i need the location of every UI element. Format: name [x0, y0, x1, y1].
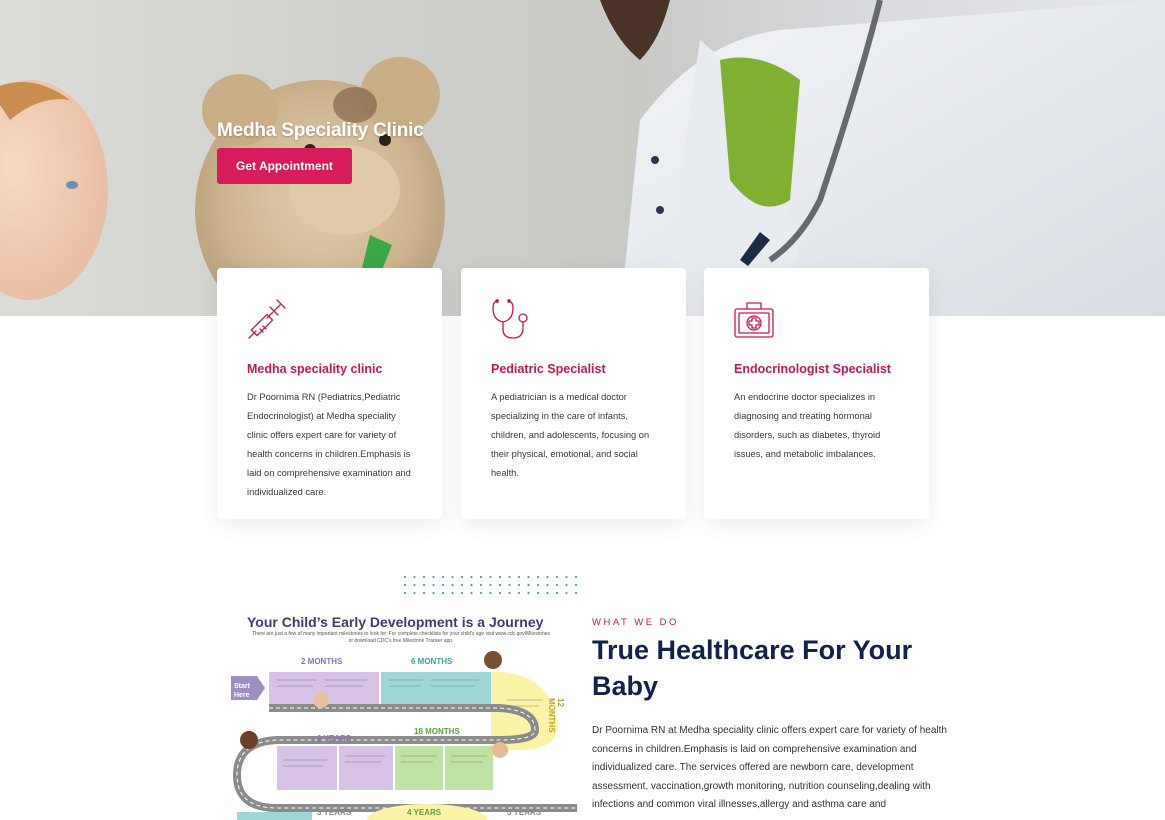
decor-dot — [413, 583, 416, 587]
decor-dot — [565, 591, 568, 595]
decor-dot — [460, 591, 464, 595]
decor-dot — [479, 575, 483, 579]
milestone-label: 6 MONTHS — [411, 657, 453, 666]
decor-dot — [555, 591, 559, 595]
decor-dot — [517, 591, 521, 595]
page: Medha Speciality Clinic Get Appointment … — [0, 0, 1165, 820]
decor-dot — [441, 583, 445, 587]
decor-dot — [479, 591, 483, 595]
decor-dot — [432, 575, 435, 579]
decor-dot — [574, 591, 578, 595]
decor-dot — [555, 583, 559, 587]
card-title: Medha speciality clinic — [247, 362, 383, 376]
decor-dot — [508, 575, 511, 579]
service-card-endocrinologist: Endocrinologist Specialist An endocrine … — [704, 268, 929, 519]
first-aid-kit-icon — [734, 302, 774, 338]
decor-dot — [498, 575, 502, 579]
decor-dot — [479, 583, 483, 587]
decor-dot — [555, 575, 559, 579]
decor-dot — [413, 575, 416, 579]
milestone-label: 18 MONTHS — [414, 727, 460, 736]
section-heading: True Healthcare For Your Baby — [592, 635, 913, 701]
card-title: Endocrinologist Specialist — [734, 362, 891, 376]
decor-dot — [527, 591, 530, 595]
section-text: Dr Poornima RN at Medha speciality clini… — [592, 725, 947, 810]
decor-dot — [574, 575, 578, 579]
decor-dot — [470, 583, 473, 587]
decor-dot — [470, 591, 473, 595]
infographic-road-art — [231, 651, 577, 820]
decor-dot — [546, 583, 549, 587]
service-card-pediatric: Pediatric Specialist A pediatrician is a… — [461, 268, 686, 519]
syringe-icon — [248, 299, 286, 339]
decor-dot — [517, 575, 521, 579]
milestone-label: 2 YEARS — [317, 734, 352, 743]
decor-dot — [460, 575, 464, 579]
decor-dot — [565, 575, 568, 579]
development-infographic: Your Child’s Early Development is a Jour… — [217, 600, 577, 820]
decor-dot — [422, 591, 426, 595]
decor-dot — [536, 575, 540, 579]
decor-dot — [565, 583, 568, 587]
decor-dot — [441, 591, 445, 595]
decor-dot — [489, 583, 492, 587]
decor-dot — [498, 583, 502, 587]
milestone-label: 4 YEARS — [407, 808, 442, 817]
decor-dot — [403, 591, 407, 595]
decor-dot — [498, 591, 502, 595]
section-eyebrow: WHAT WE DO — [592, 617, 679, 628]
decor-dot — [460, 583, 464, 587]
decor-dot — [451, 583, 454, 587]
decor-dot — [413, 591, 416, 595]
milestone-label: 3 YEARS — [317, 808, 352, 817]
decor-dot — [432, 583, 435, 587]
get-appointment-button[interactable]: Get Appointment — [217, 148, 352, 184]
decor-dot — [451, 575, 454, 579]
milestone-label: 2 MONTHS — [301, 657, 343, 666]
decor-dot — [527, 575, 530, 579]
decor-dot — [546, 591, 549, 595]
milestone-label: 5 YEARS — [507, 808, 542, 817]
decor-dot — [536, 591, 540, 595]
decor-dot — [527, 583, 530, 587]
decor-dot — [489, 575, 492, 579]
decor-dot — [403, 583, 407, 587]
decor-dot — [441, 575, 445, 579]
decor-dot — [517, 583, 521, 587]
decor-dot — [508, 583, 511, 587]
decor-dot — [508, 591, 511, 595]
decor-dot — [422, 583, 426, 587]
decor-dot — [422, 575, 426, 579]
decor-dot — [451, 591, 454, 595]
decor-dot — [470, 575, 473, 579]
decor-dot — [536, 583, 540, 587]
decor-dot — [403, 575, 407, 579]
infographic-start-label: Start Here — [234, 683, 250, 699]
card-text: Dr Poornima RN (Pediatrics,Pediatric End… — [247, 392, 411, 497]
card-text: A pediatrician is a medical doctor speci… — [491, 392, 650, 478]
decor-dot — [546, 575, 549, 579]
milestone-label: 12 MONTHS — [547, 698, 565, 733]
hero-title: Medha Speciality Clinic — [217, 120, 424, 141]
decor-dot — [432, 591, 435, 595]
decor-dot — [489, 591, 492, 595]
decor-dot — [574, 583, 578, 587]
card-text: An endocrine doctor specializes in diagn… — [734, 392, 881, 459]
card-title: Pediatric Specialist — [491, 362, 606, 376]
service-card-clinic: Medha speciality clinic Dr Poornima RN (… — [217, 268, 442, 519]
stethoscope-icon — [492, 299, 528, 339]
